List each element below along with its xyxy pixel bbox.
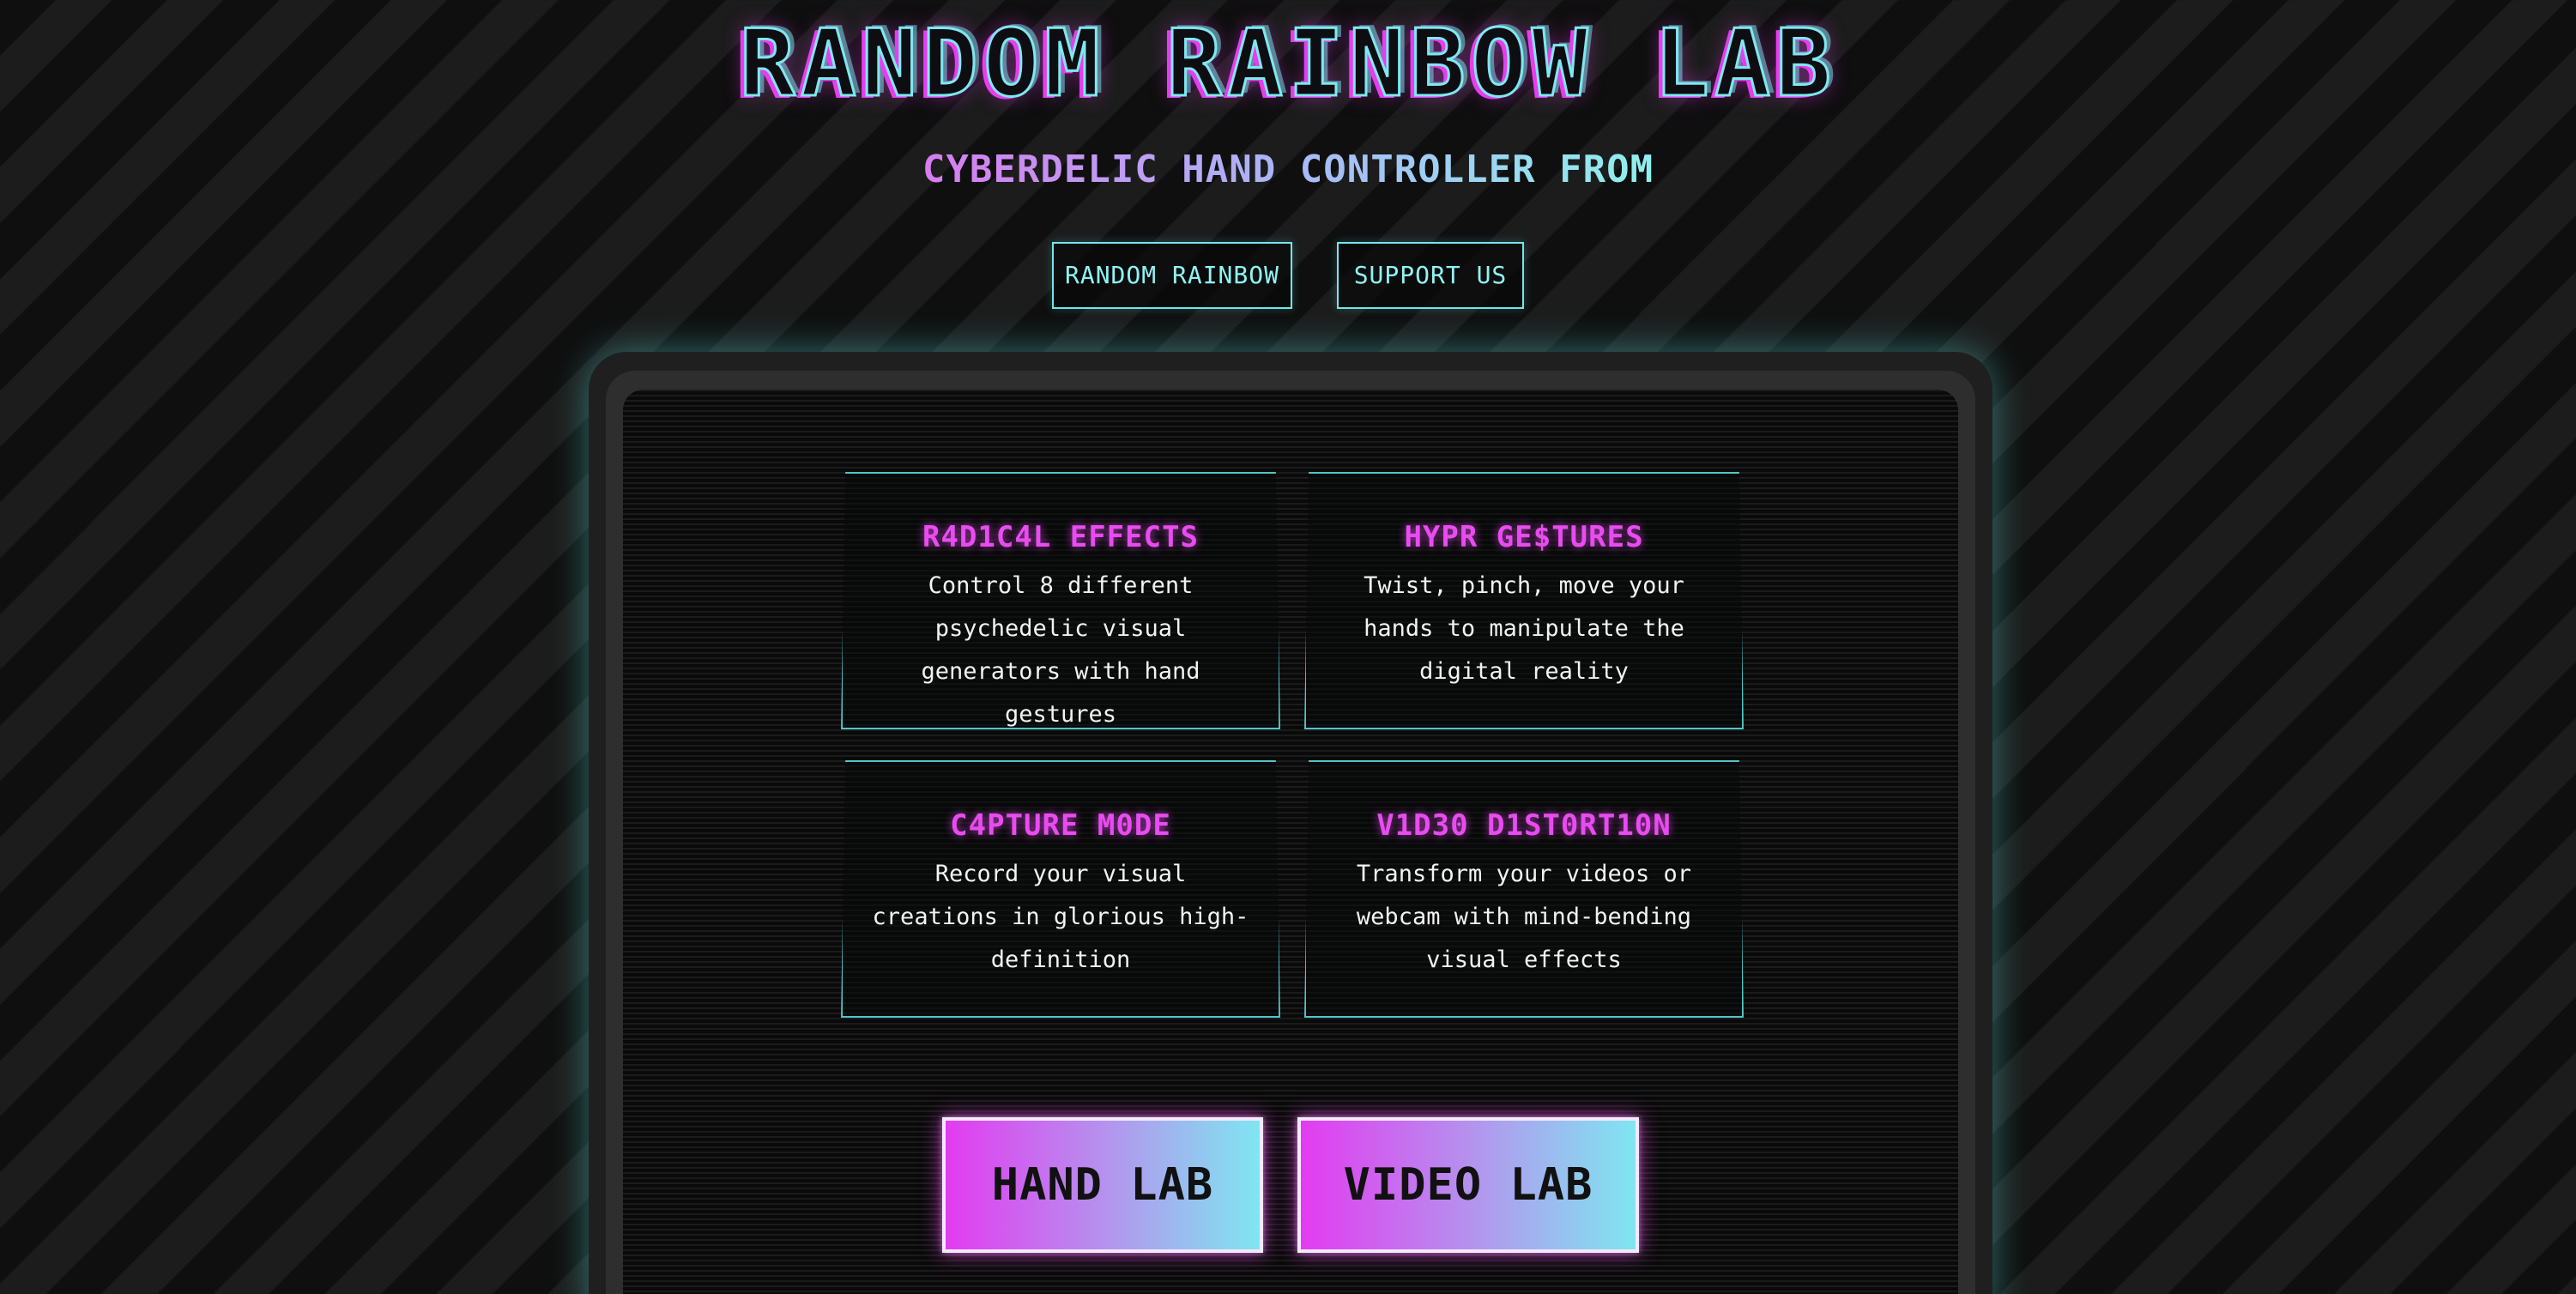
random-rainbow-link[interactable]: RANDOM RAINBOW	[1052, 242, 1292, 309]
page-subtitle: CYBERDELIC HAND CONTROLLER FROM	[0, 144, 2576, 196]
feature-title: V1D30 D1ST0RT10N	[1376, 808, 1672, 843]
feature-description: Transform your videos or webcam with min…	[1356, 861, 1692, 973]
feature-card-capture-mode: C4PTURE M0DE Record your visual creation…	[841, 760, 1280, 1018]
feature-description: Twist, pinch, move your hands to manipul…	[1364, 572, 1684, 685]
device-screen	[623, 390, 1958, 1294]
top-nav: RANDOM RAINBOW SUPPORT US	[0, 242, 2576, 309]
feature-title: C4PTURE M0DE	[950, 808, 1171, 843]
device-frame	[589, 352, 1992, 1294]
feature-card-video-distortion: V1D30 D1ST0RT10N Transform your videos o…	[1304, 760, 1744, 1018]
feature-description: Record your visual creations in glorious…	[872, 861, 1249, 973]
feature-card-radical-effects: R4D1C4L EFFECTS Control 8 different psyc…	[841, 472, 1280, 729]
hand-lab-button[interactable]: HAND LAB	[942, 1117, 1263, 1253]
video-lab-button[interactable]: VIDEO LAB	[1297, 1117, 1639, 1253]
support-us-link[interactable]: SUPPORT US	[1337, 242, 1524, 309]
device-bezel	[606, 371, 1975, 1294]
page-title: RANDOM RAINBOW LAB	[738, 9, 1837, 119]
feature-title: R4D1C4L EFFECTS	[922, 520, 1200, 554]
feature-description: Control 8 different psychedelic visual g…	[921, 572, 1200, 728]
feature-card-hypr-gestures: HYPR GE$TURES Twist, pinch, move your ha…	[1304, 472, 1744, 729]
feature-title: HYPR GE$TURES	[1404, 520, 1644, 554]
subtitle-text: CYBERDELIC HAND CONTROLLER FROM	[922, 148, 1654, 191]
